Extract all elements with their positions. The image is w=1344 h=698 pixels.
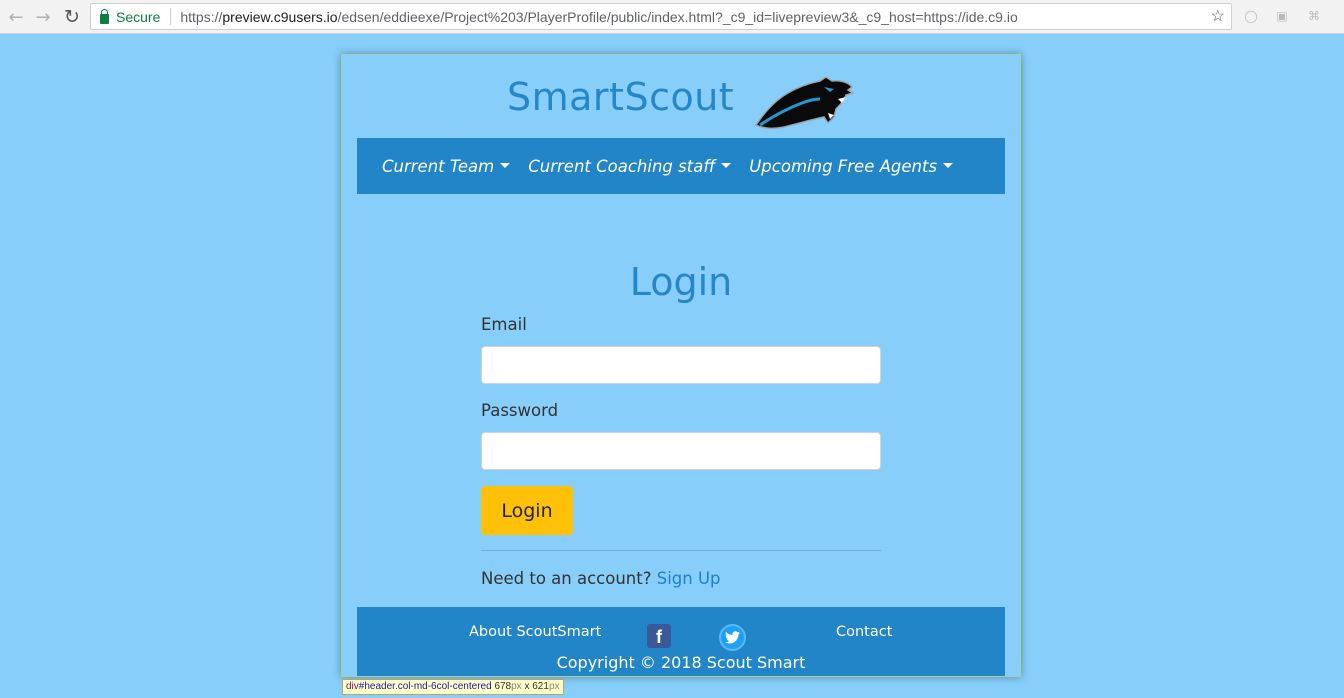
url-path: /edsen/eddieexe/Project%203/PlayerProfil… [337,8,1018,25]
site-footer: About ScoutSmart f Contact Copyright © 2… [357,607,1005,676]
tooltip-tag: div [346,681,359,692]
password-label: Password [481,401,559,420]
browser-toolbar: ← → ↻ Secure https://preview.c9users.io/… [0,0,1344,34]
tooltip-unit: px [511,681,522,692]
caret-down-icon [943,162,954,168]
caret-down-icon [500,162,511,168]
back-icon[interactable]: ← [4,5,28,29]
nav-item-label: Current Team [382,156,495,176]
email-label: Email [481,315,527,334]
devtools-element-tooltip: div#header.col-md-6col-centered 678px x … [342,679,564,695]
secure-label: Secure [116,8,161,25]
address-bar[interactable]: Secure https://preview.c9users.io/edsen/… [90,3,1232,30]
copyright-text: Copyright © 2018 Scout Smart [556,653,806,672]
omnibox-divider [170,8,172,25]
nav-item-label: Upcoming Free Agents [749,156,938,176]
nav-free-agents-dropdown[interactable]: Upcoming Free Agents [749,156,954,176]
login-heading: Login [629,260,733,304]
header-container: SmartScout Current Team Current Coaching… [341,54,1021,677]
email-field[interactable] [481,346,881,384]
tooltip-height: 621 [532,681,549,692]
main-navbar: Current Team Current Coaching staff Upco… [357,138,1005,194]
url-prefix: https:// [180,8,223,25]
tooltip-times: x [521,681,533,692]
twitter-icon[interactable] [719,624,746,651]
login-button[interactable]: Login [481,486,573,535]
divider [481,550,881,551]
extension-icon[interactable]: ◯ [1242,7,1260,25]
tooltip-unit: px [548,681,560,692]
reload-icon[interactable]: ↻ [60,5,84,29]
lock-icon [100,8,109,24]
signup-prompt-text: Need to an account? [481,569,652,588]
facebook-icon[interactable]: f [647,624,671,648]
cast-extension-icon[interactable]: ▣ [1273,7,1291,25]
password-field[interactable] [481,432,881,470]
bookmark-star-icon[interactable]: ☆ [1211,6,1225,26]
signup-link[interactable]: Sign Up [657,569,721,588]
tooltip-width: 678 [494,681,512,692]
caret-down-icon [721,162,732,168]
site-brand-title[interactable]: SmartScout [507,75,734,119]
panther-logo-icon [754,76,855,130]
url-domain: preview.c9users.io [222,8,338,25]
nav-item-label: Current Coaching staff [528,156,716,176]
twitter-bird-glyph [725,631,740,644]
forward-icon[interactable]: → [31,5,55,29]
nav-coaching-staff-dropdown[interactable]: Current Coaching staff [528,156,732,176]
url-text[interactable]: https://preview.c9users.io/edsen/eddieex… [180,9,1017,25]
footer-contact-link[interactable]: Contact [836,624,892,640]
tooltip-selector: #header.col-md-6col-centered [358,681,492,692]
pdf-extension-icon[interactable]: ⌘ [1305,7,1323,25]
signup-prompt: Need to an account? Sign Up [481,569,721,588]
footer-about-link[interactable]: About ScoutSmart [469,624,601,640]
nav-current-team-dropdown[interactable]: Current Team [382,156,511,176]
